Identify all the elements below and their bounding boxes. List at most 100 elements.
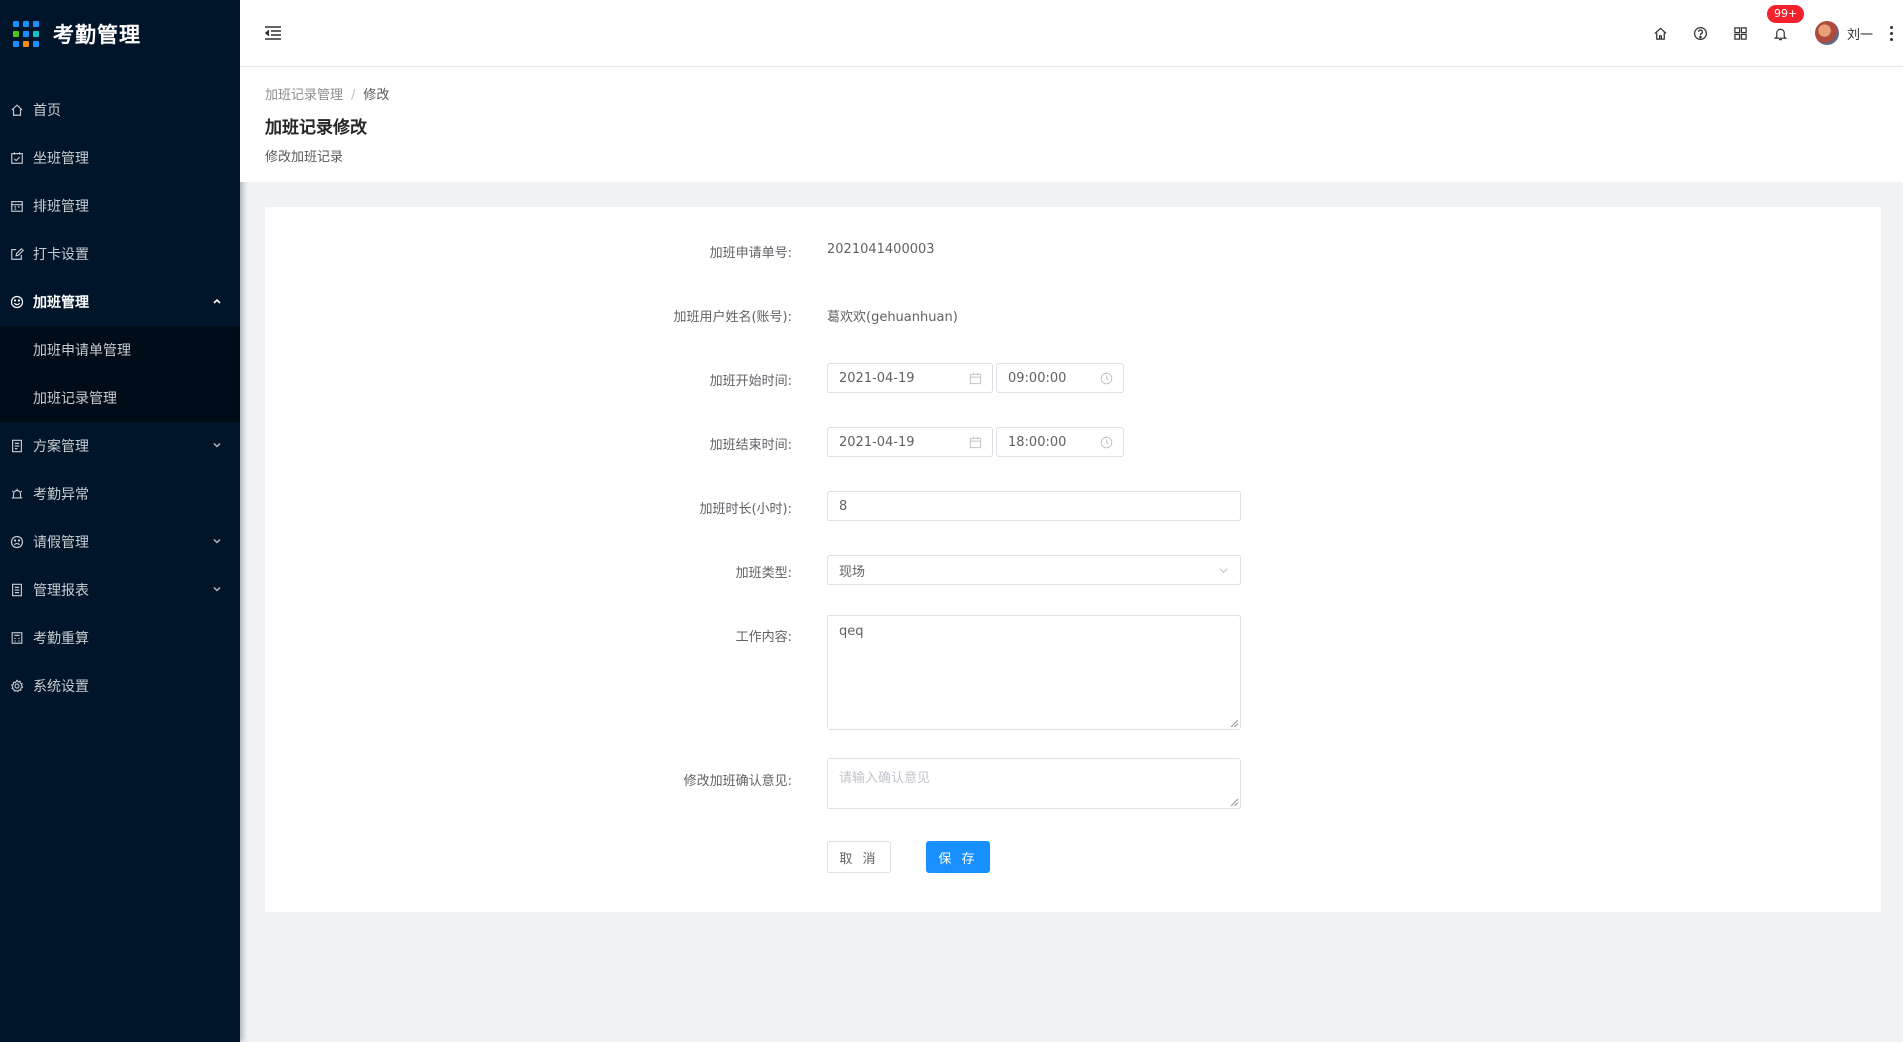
duration-label: 加班时长(小时): [699,502,792,517]
end-date-value: 2021-04-19 [839,434,915,450]
start-time-value: 09:00:00 [1008,370,1067,386]
sidebar-item-label: 考勤异常 [33,487,89,503]
duration-input[interactable]: 8 [827,491,1241,521]
notification-button[interactable]: 99+ [1766,5,1805,41]
calendar-icon [969,372,982,385]
username[interactable]: 刘一 [1847,24,1873,43]
header-actions: 99+ 刘一 [1641,0,1903,66]
sidebar-item-clock-settings[interactable]: 打卡设置 [0,230,240,278]
apply-no-label: 加班申请单号: [709,246,792,261]
sidebar-item-leave[interactable]: 请假管理 [0,518,240,566]
home-icon [10,103,24,117]
sidebar-item-label: 考勤重算 [33,631,89,647]
start-time-label: 加班开始时间: [709,374,792,389]
start-date-picker[interactable]: 2021-04-19 [827,363,993,393]
sidebar-item-attendance[interactable]: 坐班管理 [0,134,240,182]
calendar-icon [969,436,982,449]
user-label: 加班用户姓名(账号): [673,310,792,325]
file-icon [10,439,24,453]
form-card: 加班申请单号: 2021041400003 加班用户姓名(账号): 葛欢欢(ge… [265,207,1881,912]
page-header: 加班记录管理 / 修改 加班记录修改 修改加班记录 [240,67,1903,182]
sidebar-item-home[interactable]: 首页 [0,86,240,134]
sidebar-item-overtime[interactable]: 加班管理 [0,278,240,326]
start-date-value: 2021-04-19 [839,370,915,386]
setting-icon [10,679,24,693]
sidebar-item-plan[interactable]: 方案管理 [0,422,240,470]
type-label: 加班类型: [735,566,792,581]
content-textarea[interactable]: qeq [827,615,1241,730]
sidebar-item-label: 管理报表 [33,583,89,599]
clock-icon [1100,436,1113,449]
user-value: 葛欢欢(gehuanhuan) [827,310,958,325]
sidebar-menu: 首页 坐班管理 排班管理 打卡设置 加班管理 加班申请单管理 加班记录管理 方案… [0,86,240,710]
resize-handle-icon[interactable] [1230,719,1238,727]
opinion-label: 修改加班确认意见: [683,774,792,789]
avatar[interactable] [1814,21,1839,45]
sidebar-item-settings[interactable]: 系统设置 [0,662,240,710]
start-time-picker[interactable]: 09:00:00 [996,363,1124,393]
end-date-picker[interactable]: 2021-04-19 [827,427,993,457]
menu-fold-icon[interactable] [264,25,282,41]
alarm-icon [10,487,24,501]
sidebar-item-overtime-record[interactable]: 加班记录管理 [0,374,240,422]
sidebar-item-label: 打卡设置 [33,247,89,263]
report-icon [10,583,24,597]
breadcrumb: 加班记录管理 / 修改 [265,84,389,103]
apply-no-value: 2021041400003 [827,242,935,257]
schedule-icon [10,199,24,213]
sidebar-item-exceptions[interactable]: 考勤异常 [0,470,240,518]
content-value: qeq [839,624,864,639]
sidebar: 考勤管理 首页 坐班管理 排班管理 打卡设置 加班管理 加班申请单管理 加班记录… [0,0,240,1042]
app-title: 考勤管理 [53,23,141,47]
content-label: 工作内容: [735,630,792,645]
chevron-down-icon [213,587,221,592]
sidebar-item-label: 系统设置 [33,679,89,695]
chevron-up-icon [213,298,221,304]
breadcrumb-current: 修改 [363,88,390,103]
bell-icon [1774,28,1788,40]
cancel-button[interactable]: 取 消 [827,841,891,873]
duration-value: 8 [839,498,848,514]
more-vertical-icon[interactable] [1883,25,1899,41]
app-logo[interactable]: 考勤管理 [0,0,240,68]
edit-icon [10,247,24,261]
sidebar-item-label: 加班申请单管理 [33,343,131,359]
sidebar-item-label: 方案管理 [33,439,89,455]
breadcrumb-parent[interactable]: 加班记录管理 [265,88,343,103]
type-value: 现场 [839,564,866,580]
save-button[interactable]: 保 存 [926,841,990,873]
sidebar-item-label: 排班管理 [33,199,89,215]
sidebar-item-overtime-apply[interactable]: 加班申请单管理 [0,326,240,374]
opinion-textarea[interactable]: 请输入确认意见 [827,758,1241,809]
sidebar-item-label: 加班管理 [33,295,89,311]
apps-grid-icon [13,21,39,47]
help-icon[interactable] [1693,25,1709,41]
end-time-label: 加班结束时间: [709,438,792,453]
notification-badge: 99+ [1766,5,1805,23]
sidebar-item-label: 坐班管理 [33,151,89,167]
overtime-submenu: 加班申请单管理 加班记录管理 [0,326,240,422]
sidebar-item-recalculate[interactable]: 考勤重算 [0,614,240,662]
resize-handle-icon[interactable] [1230,798,1238,806]
end-time-value: 18:00:00 [1008,434,1067,450]
chevron-down-icon [213,443,221,448]
smile-icon [10,295,24,309]
end-time-picker[interactable]: 18:00:00 [996,427,1124,457]
chevron-down-icon [1219,568,1228,574]
sidebar-item-label: 首页 [33,103,61,119]
breadcrumb-separator: / [351,88,356,103]
home-icon[interactable] [1653,25,1669,41]
frown-icon [10,535,24,549]
clock-icon [1100,372,1113,385]
sidebar-item-schedule[interactable]: 排班管理 [0,182,240,230]
top-header: 99+ 刘一 [240,0,1903,67]
page-subtitle: 修改加班记录 [265,150,344,165]
calculator-icon [10,631,24,645]
sidebar-item-label: 加班记录管理 [33,391,117,407]
type-select[interactable]: 现场 [827,555,1241,585]
sidebar-item-reports[interactable]: 管理报表 [0,566,240,614]
apps-icon[interactable] [1733,25,1749,41]
sidebar-item-label: 请假管理 [33,535,89,551]
calendar-check-icon [10,151,24,165]
opinion-placeholder: 请输入确认意见 [839,771,931,786]
